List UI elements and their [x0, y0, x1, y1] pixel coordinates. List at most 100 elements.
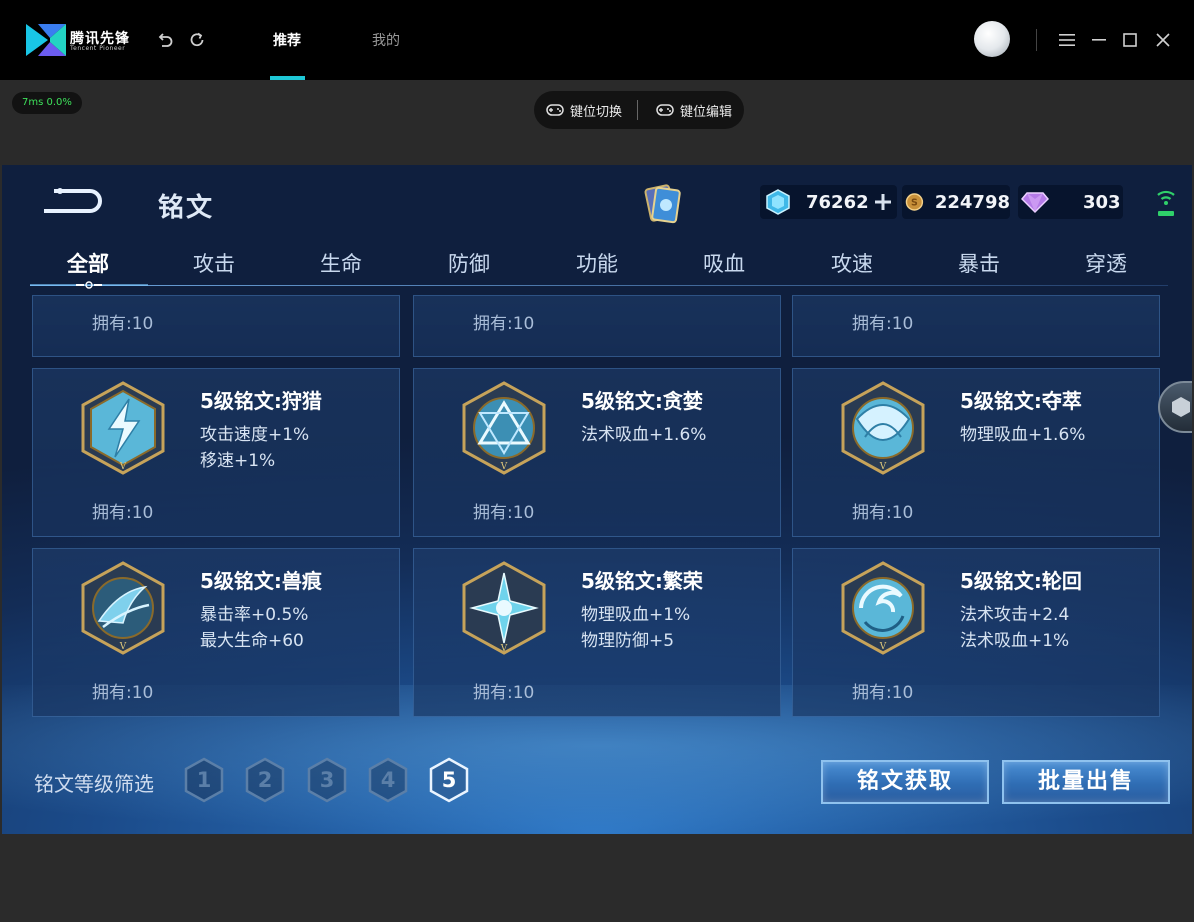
rune-tile-hunt[interactable]: V 5级铭文:狩猎 攻击速度+1% 移速+1% 拥有:10: [32, 368, 400, 537]
gem-value: 303: [1083, 191, 1121, 213]
category-divider: [30, 285, 1168, 286]
owned-count: 拥有:10: [92, 314, 154, 334]
svg-text:V: V: [500, 462, 508, 472]
crystal-icon: [766, 189, 790, 215]
rune-tile[interactable]: 拥有:10: [413, 295, 781, 357]
rune-stat: 物理防御+5: [581, 631, 675, 651]
minimize-icon[interactable]: [1087, 28, 1111, 52]
bottom-bar: [0, 834, 1194, 922]
owned-count: 拥有:10: [852, 314, 914, 334]
ping-indicator: 7ms 0.0%: [12, 92, 82, 114]
svg-text:V: V: [119, 642, 127, 652]
svg-text:V: V: [500, 644, 508, 654]
rune-name: 5级铭文:夺萃: [960, 389, 1082, 413]
refresh-icon[interactable]: [185, 28, 209, 52]
side-panel-handle[interactable]: [1158, 381, 1192, 433]
owned-count: 拥有:10: [92, 683, 154, 703]
level-filter-label: 铭文等级筛选: [34, 772, 154, 796]
gold-coin-icon: S: [905, 193, 924, 211]
rune-name: 5级铭文:轮回: [960, 569, 1082, 593]
wifi-signal-icon: [1157, 190, 1175, 216]
active-category-indicator: [30, 281, 148, 289]
gamepad-icon: [546, 104, 564, 116]
category-tab-all[interactable]: 全部: [67, 248, 109, 278]
rune-stat: 法术攻击+2.4: [960, 605, 1070, 625]
level-filter-2[interactable]: 2: [244, 757, 286, 803]
category-tab-attack-speed[interactable]: 攻速: [831, 248, 873, 278]
game-viewport[interactable]: 铭文 76262 S 224798 303 全部 攻击 生命 防御 功能 吸血 …: [2, 165, 1192, 834]
diamond-icon: [1021, 192, 1049, 214]
rune-name: 5级铭文:繁荣: [581, 569, 703, 593]
owned-count: 拥有:10: [92, 503, 154, 523]
rune-stat: 暴击率+0.5%: [200, 605, 309, 625]
rune-tile-seize[interactable]: V 5级铭文:夺萃 物理吸血+1.6% 拥有:10: [792, 368, 1160, 537]
key-switch-button[interactable]: 键位切换: [546, 91, 622, 129]
maximize-icon[interactable]: [1118, 28, 1142, 52]
rune-tile-prosperity[interactable]: V 5级铭文:繁荣 物理吸血+1% 物理防御+5 拥有:10: [413, 548, 781, 717]
category-tab-penetration[interactable]: 穿透: [1085, 248, 1127, 278]
close-icon[interactable]: [1151, 28, 1175, 52]
claw-rune-icon: V: [81, 561, 165, 655]
svg-text:S: S: [911, 198, 918, 209]
rune-tile[interactable]: 拥有:10: [32, 295, 400, 357]
level-filter-5[interactable]: 5: [428, 757, 470, 803]
category-tab-function[interactable]: 功能: [576, 248, 618, 278]
rune-tile-beast-mark[interactable]: V 5级铭文:兽痕 暴击率+0.5% 最大生命+60 拥有:10: [32, 548, 400, 717]
level-number: 4: [380, 768, 396, 792]
owned-count: 拥有:10: [473, 314, 535, 334]
category-tab-lifesteal[interactable]: 吸血: [703, 248, 745, 278]
tab-mine[interactable]: 我的: [372, 30, 400, 50]
rune-acquire-button[interactable]: 铭文获取: [821, 760, 989, 804]
gem-balance: 303: [1018, 185, 1123, 219]
gold-balance: S 224798: [902, 185, 1010, 219]
key-switch-label: 键位切换: [570, 104, 623, 120]
category-tab-defense[interactable]: 防御: [448, 248, 490, 278]
level-filter-4[interactable]: 4: [367, 757, 409, 803]
triangle-rune-icon: V: [462, 381, 546, 475]
level-filter-3[interactable]: 3: [306, 757, 348, 803]
hexagon-icon: [1172, 397, 1190, 417]
rune-tile[interactable]: 拥有:10: [792, 295, 1160, 357]
card-icon[interactable]: [642, 181, 682, 227]
level-number: 1: [196, 768, 212, 792]
key-edit-button[interactable]: 键位编辑: [656, 91, 732, 129]
crystal-balance[interactable]: 76262: [760, 185, 897, 219]
keymap-bar: 键位切换 键位编辑: [534, 91, 744, 129]
undo-icon[interactable]: [153, 28, 177, 52]
rune-stat: 攻击速度+1%: [200, 425, 310, 445]
rune-tile-reincarnation[interactable]: V 5级铭文:轮回 法术攻击+2.4 法术吸血+1% 拥有:10: [792, 548, 1160, 717]
bulk-sell-button[interactable]: 批量出售: [1002, 760, 1170, 804]
level-number: 5: [441, 768, 457, 792]
gold-value: 224798: [934, 191, 1010, 213]
divider: [637, 100, 638, 120]
level-filter-1[interactable]: 1: [183, 757, 225, 803]
app-logo-icon: [26, 24, 66, 56]
add-icon[interactable]: [873, 192, 893, 212]
title-bar: 腾讯先锋 Tencent Pioneer 推荐 我的: [0, 0, 1194, 80]
rune-stat: 物理吸血+1%: [581, 605, 691, 625]
crystal-value: 76262: [806, 191, 869, 213]
divider: [1036, 29, 1037, 51]
svg-text:V: V: [879, 462, 887, 472]
owned-count: 拥有:10: [473, 503, 535, 523]
rune-grid[interactable]: 拥有:10 拥有:10 拥有:10 V 5级铭文:狩猎 攻击速度+1% 移速+1…: [32, 295, 1162, 834]
rune-stat: 物理吸血+1.6%: [960, 425, 1086, 445]
category-tab-hp[interactable]: 生命: [320, 248, 362, 278]
level-number: 2: [257, 768, 273, 792]
app-subtitle: Tencent Pioneer: [70, 45, 126, 52]
category-tab-attack[interactable]: 攻击: [193, 248, 235, 278]
key-edit-label: 键位编辑: [680, 104, 733, 120]
gamepad-icon: [656, 104, 674, 116]
rune-stat: 法术吸血+1.6%: [581, 425, 707, 445]
menu-icon[interactable]: [1055, 28, 1079, 52]
tab-recommend[interactable]: 推荐: [273, 30, 301, 50]
svg-text:V: V: [119, 462, 127, 472]
avatar[interactable]: [974, 21, 1010, 57]
knot-rune-icon: V: [841, 381, 925, 475]
swirl-rune-icon: V: [841, 561, 925, 655]
back-arrow-icon[interactable]: [40, 185, 102, 217]
rune-name: 5级铭文:狩猎: [200, 389, 322, 413]
rune-name: 5级铭文:兽痕: [200, 569, 322, 593]
rune-tile-greed[interactable]: V 5级铭文:贪婪 法术吸血+1.6% 拥有:10: [413, 368, 781, 537]
category-tab-crit[interactable]: 暴击: [958, 248, 1000, 278]
